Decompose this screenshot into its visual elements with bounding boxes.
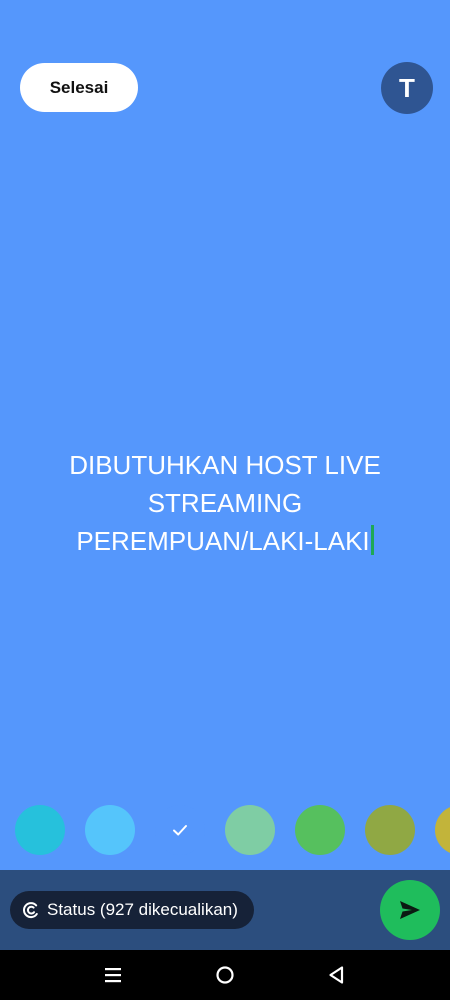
color-swatch[interactable] [15,805,65,855]
color-swatch[interactable] [365,805,415,855]
text-caret [370,525,374,555]
status-text-line: DIBUTUHKAN HOST LIVE [69,450,381,480]
color-swatch-selected[interactable] [155,805,205,855]
status-text-line: PEREMPUAN/LAKI-LAKI [30,522,420,560]
home-icon [216,966,234,984]
color-swatch[interactable] [435,805,450,855]
send-button[interactable] [380,880,440,940]
home-button[interactable] [213,963,237,987]
status-text-input[interactable]: DIBUTUHKAN HOST LIVE STREAMING PEREMPUAN… [30,446,420,560]
status-text-line-content: PEREMPUAN/LAKI-LAKI [76,526,370,556]
system-navigation-bar [0,950,450,1000]
audience-selector[interactable]: Status (927 dikecualikan) [10,891,254,929]
status-composer-canvas[interactable]: Selesai T DIBUTUHKAN HOST LIVE STREAMING… [0,0,450,870]
color-swatch[interactable] [85,805,135,855]
recents-icon [105,968,121,983]
send-icon [400,901,420,919]
back-button[interactable] [325,963,349,987]
bottom-bar: Status (927 dikecualikan) [0,870,450,950]
text-style-button[interactable]: T [381,62,433,114]
color-swatch[interactable] [225,805,275,855]
color-swatch[interactable] [295,805,345,855]
recents-button[interactable] [101,963,125,987]
privacy-icon [22,901,40,919]
audience-label: Status (927 dikecualikan) [47,900,238,919]
status-text-line: STREAMING [147,488,303,518]
back-icon [329,966,344,984]
color-swatch-row [0,805,450,857]
done-button[interactable]: Selesai [20,63,138,112]
check-icon [173,825,187,836]
